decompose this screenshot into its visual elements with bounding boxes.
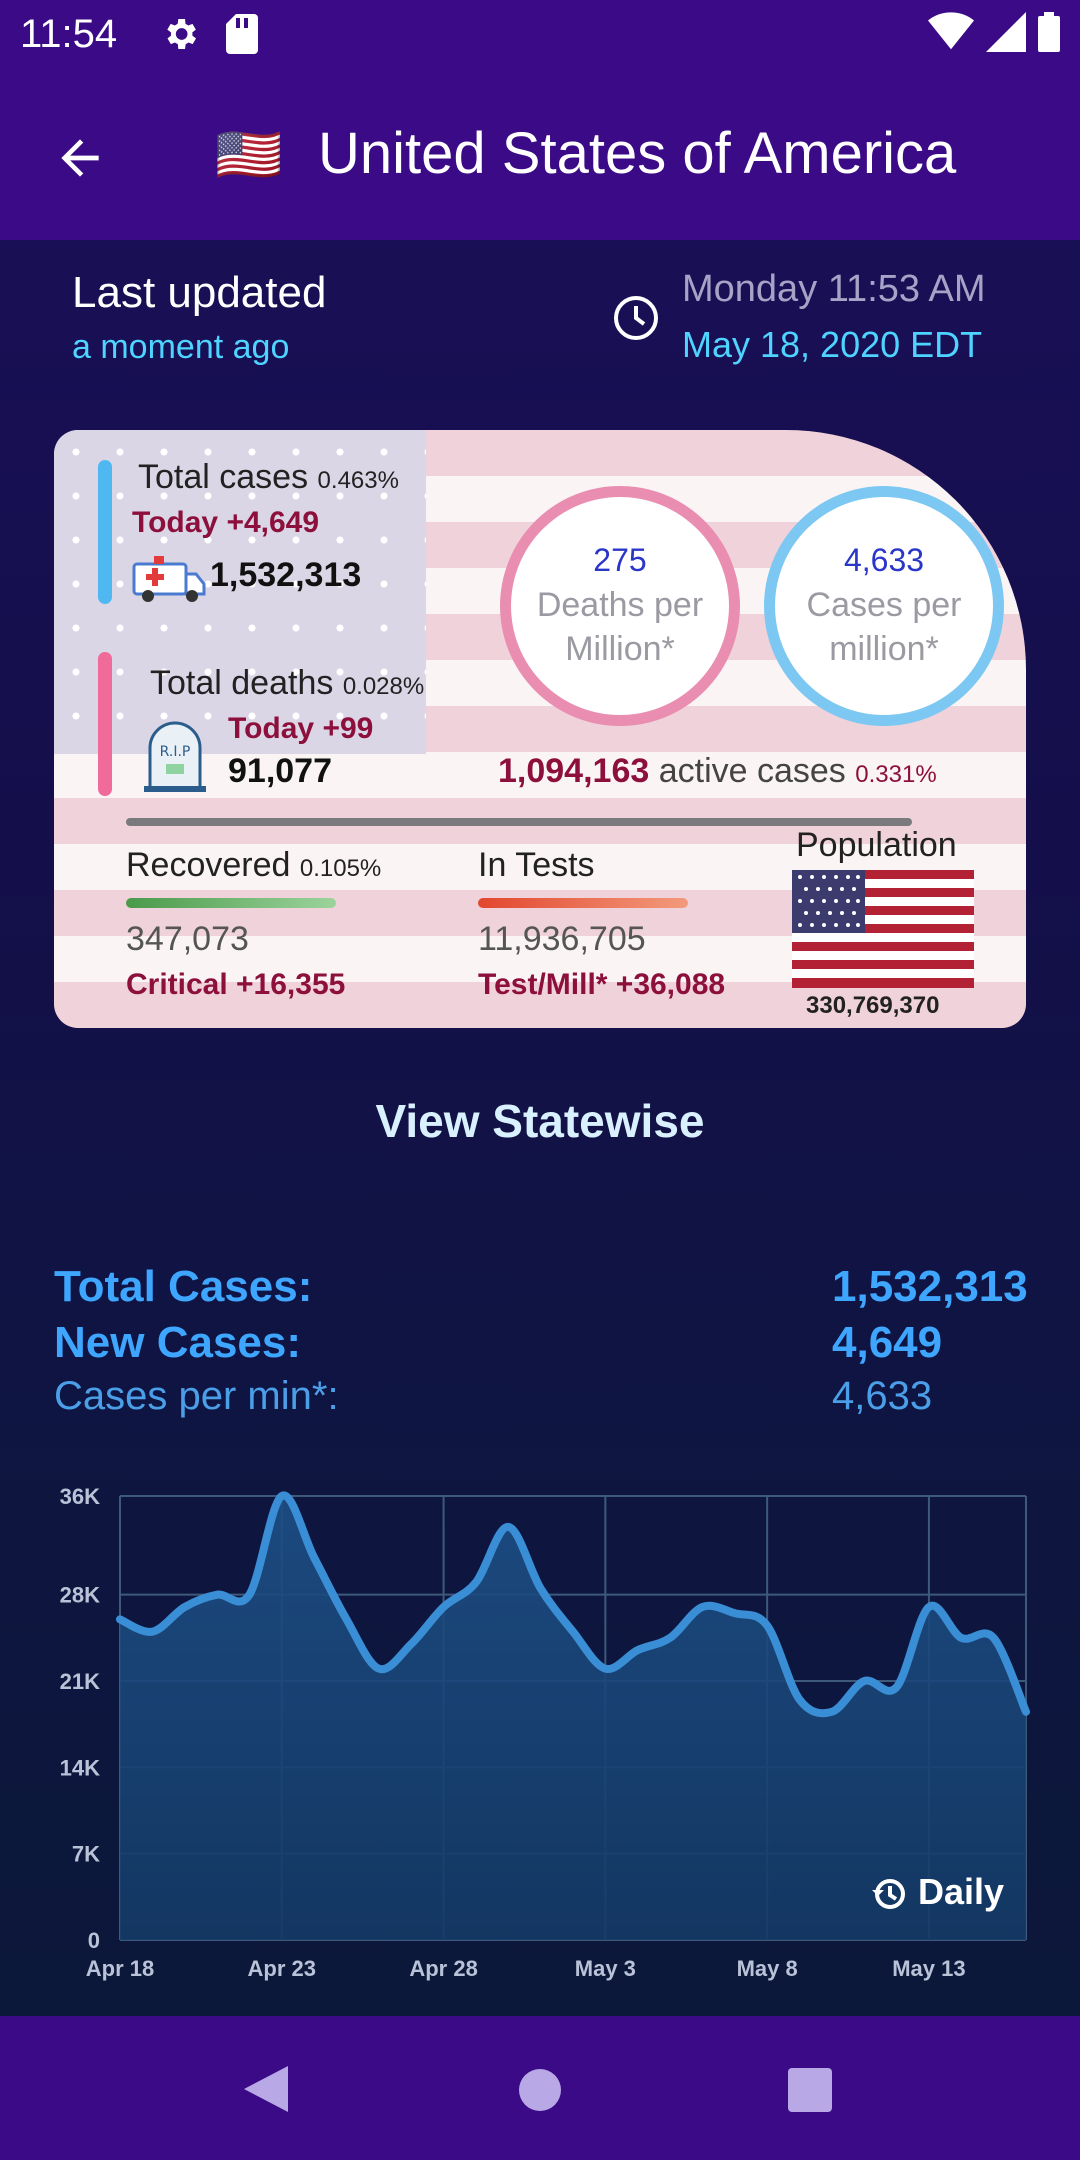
summary-new-value: 4,649: [832, 1318, 943, 1367]
last-updated-relative: a moment ago: [72, 328, 290, 366]
recovered-bar: [126, 898, 336, 908]
summary-permin-label: Cases per min*:: [54, 1374, 339, 1418]
stats-card: Total cases 0.463% Today +4,649 1,532,31…: [54, 430, 1026, 1028]
signal-icon: [986, 12, 1026, 52]
nav-back-icon[interactable]: [242, 2064, 290, 2114]
update-date-line1: Monday 11:53 AM: [682, 268, 986, 310]
battery-icon: [1038, 12, 1060, 52]
clock-icon: [612, 294, 660, 347]
summary-permin-value: 4,633: [832, 1374, 933, 1418]
cases-per-million-value: 4,633: [843, 541, 925, 578]
chart-y-tick-label: 21K: [60, 1669, 100, 1694]
us-flag-image: [792, 870, 974, 993]
chart-x-tick-label: Apr 18: [86, 1956, 154, 1981]
cases-per-million-circle: 4,633 Cases per million*: [764, 486, 1004, 726]
summary-total-label: Total Cases:: [54, 1262, 313, 1311]
nav-bar: [0, 2016, 1080, 2160]
wifi-icon: [928, 12, 974, 50]
chart-y-tick-label: 36K: [60, 1484, 100, 1509]
daily-toggle-label: Daily: [918, 1871, 1004, 1912]
recovered-value: 347,073: [126, 920, 249, 958]
active-cases-value: 1,094,163: [498, 752, 650, 790]
deaths-per-million-label-2: Million*: [565, 629, 675, 668]
deaths-per-million-circle: 275 Deaths per Million*: [500, 486, 740, 726]
population-label: Population: [796, 826, 957, 864]
status-bar: 11:54: [0, 0, 1080, 72]
chart-x-tick-label: May 3: [575, 1956, 636, 1981]
tests-bar: [478, 898, 688, 908]
summary-total-value: 1,532,313: [832, 1262, 1028, 1311]
total-deaths-today: Today +99: [228, 712, 374, 745]
chart-y-tick-label: 14K: [60, 1755, 100, 1780]
status-icons: [928, 12, 1060, 52]
gear-icon: [160, 14, 200, 59]
chart-y-tick-label: 7K: [72, 1842, 100, 1867]
update-date-line2: May 18, 2020 EDT: [682, 324, 983, 365]
total-cases-label: Total cases 0.463%: [138, 458, 399, 496]
deaths-indicator-bar: [98, 652, 112, 796]
tests-label: In Tests: [478, 846, 595, 884]
page-title: United States of America: [318, 121, 957, 186]
tests-value: 11,936,705: [478, 920, 646, 958]
recovered-label: Recovered 0.105%: [126, 846, 382, 884]
nav-recents-icon[interactable]: [788, 2068, 832, 2112]
view-statewise-button[interactable]: View Statewise: [0, 1094, 1080, 1148]
chart-x-tick-label: Apr 28: [409, 1956, 477, 1981]
cases-per-million-label: Cases per: [806, 585, 962, 624]
active-cases-pct: 0.331%: [855, 761, 937, 788]
chart-x-tick-label: May 8: [737, 1956, 798, 1981]
tombstone-icon: R.I.P: [142, 720, 208, 799]
chart-y-tick-label: 0: [88, 1928, 100, 1953]
last-updated-label: Last updated: [72, 268, 327, 317]
summary-total-row: Total Cases: 1,532,313: [54, 1262, 1028, 1318]
chart-x-tick-label: Apr 23: [248, 1956, 316, 1981]
chart-x-tick-label: May 13: [892, 1956, 965, 1981]
total-deaths-label: Total deaths 0.028%: [150, 664, 425, 702]
svg-text:R.I.P: R.I.P: [160, 744, 191, 760]
active-cases-label: active cases: [658, 752, 846, 790]
total-deaths-value: 91,077: [228, 752, 332, 790]
cases-per-million-label-2: million*: [829, 629, 939, 668]
status-time: 11:54: [20, 12, 118, 56]
sd-card-icon: [226, 14, 258, 59]
ambulance-icon: [130, 550, 206, 611]
card-divider: [126, 818, 912, 826]
country-flag-emoji: 🇺🇸: [215, 125, 283, 185]
deaths-per-million-label: Deaths per: [536, 585, 704, 624]
active-cases-line: 1,094,163 active cases 0.331%: [498, 752, 937, 791]
population-value: 330,769,370: [806, 992, 940, 1019]
total-cases-today: Today +4,649: [132, 506, 320, 539]
total-cases-value: 1,532,313: [210, 556, 362, 594]
critical-value: Critical +16,355: [126, 968, 346, 1001]
summary-new-label: New Cases:: [54, 1318, 302, 1367]
app-bar: 🇺🇸 United States of America: [0, 72, 1080, 240]
cases-indicator-bar: [98, 460, 112, 604]
daily-cases-chart[interactable]: 0 7K 14K 21K 28K 36K Apr 18 Apr 23 Apr 28 May 3 M…: [0, 1470, 1080, 2010]
chart-area-fill: [120, 1495, 1026, 1940]
chart-y-tick-label: 28K: [60, 1583, 100, 1608]
tests-per-million: Test/Mill* +36,088: [478, 968, 726, 1001]
back-arrow-icon[interactable]: [52, 130, 108, 191]
deaths-per-million-value: 275: [593, 541, 647, 578]
summary-new-row: New Cases: 4,649: [54, 1318, 1026, 1374]
nav-home-icon[interactable]: [518, 2068, 562, 2112]
summary-permin-row: Cases per min*: 4,633: [54, 1374, 1026, 1430]
